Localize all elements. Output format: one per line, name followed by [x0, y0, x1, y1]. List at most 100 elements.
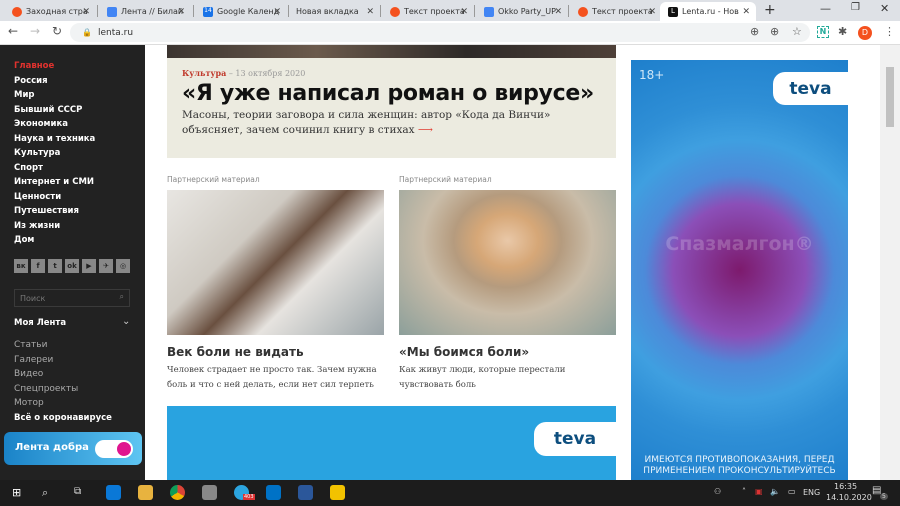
social-icon[interactable]: ✈: [99, 259, 113, 273]
windows-start-icon[interactable]: ⊞: [12, 486, 21, 499]
article-image[interactable]: [399, 190, 616, 335]
hero-title[interactable]: «Я уже написал роман о вирусе»: [182, 81, 601, 106]
avatar[interactable]: D: [858, 26, 872, 40]
zoom-icon[interactable]: ⊕: [770, 25, 779, 38]
star-icon[interactable]: ☆: [792, 25, 802, 38]
task-view-icon[interactable]: ⧉: [74, 486, 81, 497]
word-icon[interactable]: [298, 485, 313, 500]
puzzle-icon[interactable]: ✱: [838, 25, 847, 38]
sidebar-item[interactable]: Главное: [14, 61, 54, 71]
tab[interactable]: 14 Google Календ ✕: [195, 2, 287, 21]
sidebar-sub-item[interactable]: Галереи: [14, 355, 53, 365]
teva-logo: teva: [773, 72, 848, 105]
rubric-link[interactable]: Культура: [182, 68, 226, 78]
explorer-icon[interactable]: [138, 485, 153, 500]
app-icon[interactable]: [202, 485, 217, 500]
divider: [380, 5, 381, 17]
close-icon[interactable]: ✕: [82, 7, 90, 17]
extension-icon[interactable]: N: [817, 26, 829, 38]
ad-banner-side[interactable]: 18+ teva Спазмалгон® ИМЕЮТСЯ ПРОТИВОПОКА…: [631, 60, 848, 480]
clock-date[interactable]: 14.10.2020: [826, 493, 872, 502]
new-tab-button[interactable]: +: [764, 2, 776, 18]
sidebar-item[interactable]: Бывший СССР: [14, 105, 82, 115]
sidebar-item[interactable]: Дом: [14, 235, 34, 245]
chrome-icon[interactable]: [170, 485, 185, 500]
tray-app-icon[interactable]: ▣: [755, 487, 763, 496]
hero-article[interactable]: Культура – 13 октября 2020 «Я уже написа…: [167, 58, 616, 158]
restore-button[interactable]: ❐: [851, 2, 860, 13]
tab-bar: Заходная стра ✕ Лента // Билай ✕ 14 Google …: [0, 0, 900, 21]
close-window-button[interactable]: ✕: [880, 2, 889, 15]
sidebar-item[interactable]: Спорт: [14, 163, 43, 173]
close-icon[interactable]: ✕: [554, 7, 562, 17]
arrow-icon[interactable]: ⟶: [418, 124, 433, 136]
sidebar-item[interactable]: Наука и техника: [14, 134, 95, 144]
chevron-up-icon[interactable]: ˄: [742, 487, 746, 496]
hero-image[interactable]: [167, 45, 616, 58]
partner-label: Партнерский материал: [167, 175, 260, 184]
social-icon[interactable]: f: [31, 259, 45, 273]
tab[interactable]: Новая вкладка ✕: [288, 2, 380, 21]
search-icon[interactable]: ⌕: [42, 486, 48, 500]
card-title[interactable]: Век боли не видать: [167, 345, 304, 359]
sidebar-item[interactable]: Культура: [14, 148, 60, 158]
sidebar-item[interactable]: Путешествия: [14, 206, 79, 216]
outlook-icon[interactable]: [266, 485, 281, 500]
dobra-toggle[interactable]: [95, 440, 133, 458]
corona-link[interactable]: Всё о коронавирусе: [14, 413, 112, 423]
ad-banner-bottom[interactable]: teva: [167, 406, 616, 480]
my-feed-toggle[interactable]: Моя Лента: [14, 318, 66, 328]
tab[interactable]: Лента // Билай ✕: [99, 2, 191, 21]
search-input[interactable]: Поиск ⌕: [14, 289, 130, 307]
dobra-label: Лента добра: [15, 442, 89, 453]
social-icon[interactable]: ok: [65, 259, 79, 273]
tab[interactable]: Заходная стра ✕: [4, 2, 96, 21]
tab[interactable]: Текст проекта ✕: [570, 2, 662, 21]
tab[interactable]: Текст проекта ✕: [382, 2, 474, 21]
tab[interactable]: Okko Party_UP ✕: [476, 2, 568, 21]
sidebar-item[interactable]: Россия: [14, 76, 48, 86]
sidebar-item[interactable]: Экономика: [14, 119, 68, 129]
social-icon[interactable]: ▶: [82, 259, 96, 273]
edge-icon[interactable]: [106, 485, 121, 500]
close-icon[interactable]: ✕: [273, 7, 281, 17]
sidebar-sub-item[interactable]: Спецпроекты: [14, 384, 78, 394]
date: – 13 октября 2020: [226, 69, 306, 78]
tab-active[interactable]: L Lenta.ru - Нов ✕: [660, 2, 756, 21]
chevron-down-icon[interactable]: ⌄: [122, 316, 130, 327]
sidebar-item[interactable]: Мир: [14, 90, 35, 100]
article-image[interactable]: [167, 190, 384, 335]
menu-icon[interactable]: ⋮: [884, 25, 895, 38]
people-icon[interactable]: ⚇: [714, 487, 721, 496]
minimize-button[interactable]: —: [820, 2, 831, 15]
sidebar-sub-item[interactable]: Статьи: [14, 340, 47, 350]
url-field[interactable]: 🔒 lenta.ru: [70, 23, 810, 42]
search-icon[interactable]: ⌕: [120, 292, 124, 302]
close-icon[interactable]: ✕: [742, 7, 750, 17]
sidebar-item[interactable]: Интернет и СМИ: [14, 177, 94, 187]
add-icon[interactable]: ⊕: [750, 25, 759, 38]
close-icon[interactable]: ✕: [460, 7, 468, 17]
card-title[interactable]: «Мы боимся боли»: [399, 345, 529, 359]
language-indicator[interactable]: ENG: [803, 488, 820, 497]
clock-time[interactable]: 16:35: [834, 482, 857, 491]
close-icon[interactable]: ✕: [366, 7, 374, 17]
volume-icon[interactable]: 🔈: [770, 487, 780, 496]
sidebar-sub-item[interactable]: Мотор: [14, 398, 44, 408]
sidebar-item[interactable]: Из жизни: [14, 221, 60, 231]
sidebar-sub-item[interactable]: Видео: [14, 369, 43, 379]
social-icon[interactable]: ◎: [116, 259, 130, 273]
social-icon[interactable]: вк: [14, 259, 28, 273]
reload-icon[interactable]: ↻: [52, 24, 62, 38]
battery-icon[interactable]: ▭: [788, 487, 796, 496]
scrollbar[interactable]: [880, 45, 900, 480]
close-icon[interactable]: ✕: [648, 7, 656, 17]
forward-icon[interactable]: →: [30, 24, 40, 38]
social-icon[interactable]: t: [48, 259, 62, 273]
back-icon[interactable]: ←: [8, 24, 18, 38]
sidebar-item[interactable]: Ценности: [14, 192, 61, 202]
yandex-icon: [12, 6, 22, 17]
close-icon[interactable]: ✕: [177, 7, 185, 17]
lenta-dobra[interactable]: Лента добра: [4, 432, 142, 465]
app-icon[interactable]: [330, 485, 345, 500]
